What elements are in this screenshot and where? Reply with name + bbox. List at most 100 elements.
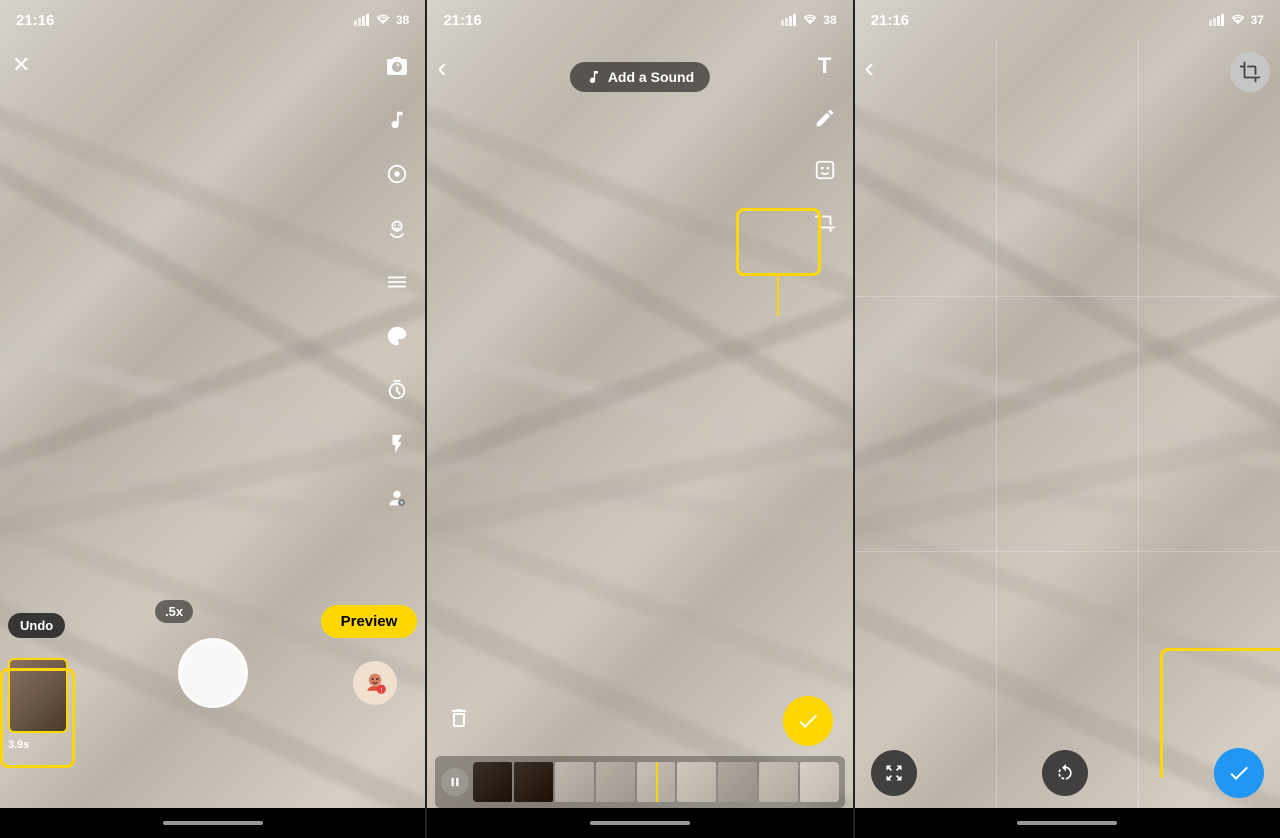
crop-button-panel2[interactable]: [807, 204, 843, 240]
rotate-button[interactable]: [1042, 750, 1088, 796]
status-icons-1: 38: [354, 13, 409, 27]
camera-flip-button[interactable]: [379, 48, 415, 84]
bitmoji-button[interactable]: !: [353, 661, 397, 705]
frame-7: [718, 762, 757, 802]
signal-icon-2: [781, 14, 797, 26]
draw-button[interactable]: [807, 100, 843, 136]
battery-2: 38: [823, 13, 836, 27]
panel2-bottom-controls: [427, 696, 852, 808]
bitmoji-camera-button[interactable]: [379, 480, 415, 516]
scissors-button[interactable]: [379, 264, 415, 300]
crop-icon-top-right[interactable]: [1230, 52, 1270, 92]
home-indicator-1: [163, 821, 263, 825]
add-sound-label: Add a Sound: [608, 69, 694, 85]
music-button[interactable]: [379, 102, 415, 138]
timeline-frames: [473, 762, 838, 802]
timeline-cursor[interactable]: [656, 762, 658, 802]
thumbnail-bg: [10, 660, 66, 731]
frame-2: [514, 762, 553, 802]
preview-button[interactable]: Preview: [321, 605, 418, 638]
back-button-2[interactable]: ‹: [437, 52, 446, 84]
delete-button[interactable]: [447, 706, 471, 736]
crop-background: [855, 0, 1280, 838]
gallery-button[interactable]: [379, 156, 415, 192]
text-button[interactable]: T: [807, 48, 843, 84]
expand-icon: [884, 763, 904, 783]
timer-icon: [386, 379, 408, 401]
timer-button[interactable]: [379, 372, 415, 408]
pause-icon: [448, 775, 462, 789]
home-bar-2: [427, 808, 852, 838]
edit-right-toolbar: T: [807, 48, 843, 240]
confirm-button-2[interactable]: [783, 696, 833, 746]
frame-6: [677, 762, 716, 802]
pause-button[interactable]: [441, 768, 469, 796]
panel-2-edit: 21:16 38 ‹ Add a Sound T: [427, 0, 852, 838]
home-indicator-2: [590, 821, 690, 825]
status-bar-2: 21:16 38: [427, 0, 852, 40]
lightning-icon: [386, 433, 408, 455]
status-time-2: 21:16: [443, 12, 481, 29]
frame-9: [800, 762, 839, 802]
capture-button[interactable]: [178, 638, 248, 708]
panel2-action-row: [427, 696, 852, 746]
undo-button[interactable]: Undo: [8, 613, 65, 638]
frame-8: [759, 762, 798, 802]
sticker-button[interactable]: [807, 152, 843, 188]
add-sound-button[interactable]: Add a Sound: [570, 62, 710, 92]
status-bar-1: 21:16 38: [0, 0, 425, 40]
lightning-button[interactable]: [379, 426, 415, 462]
face-lens-button[interactable]: [379, 210, 415, 246]
status-icons-3: 37: [1209, 13, 1264, 27]
panel-3-crop: 21:16 37 ‹: [855, 0, 1280, 838]
svg-text:!: !: [381, 687, 383, 694]
annotation-line-2: [777, 276, 779, 316]
zoom-badge[interactable]: .5x: [155, 600, 193, 623]
draw-icon: [814, 107, 836, 129]
duration-label: 3.9s: [8, 739, 29, 751]
checkmark-icon-3: [1227, 761, 1251, 785]
battery-1: 38: [396, 13, 409, 27]
wifi-icon-1: [375, 14, 391, 26]
status-time-1: 21:16: [16, 12, 54, 29]
checkmark-icon-2: [796, 709, 820, 733]
video-thumbnail[interactable]: 3.9s: [8, 658, 68, 733]
crop-icon-panel2: [814, 211, 836, 233]
gallery-icon: [386, 163, 408, 185]
status-time-3: 21:16: [871, 12, 909, 29]
signal-icon-3: [1209, 14, 1225, 26]
bitmoji-camera-icon: [386, 487, 408, 509]
camera-flip-icon: [385, 54, 409, 78]
status-icons-2: 38: [781, 13, 836, 27]
home-bar-3: [855, 808, 1280, 838]
home-bar-1: [0, 808, 425, 838]
trash-icon: [447, 706, 471, 730]
camera-right-toolbar: [379, 48, 415, 516]
thumbnail-inner: [8, 658, 68, 733]
battery-3: 37: [1251, 13, 1264, 27]
back-button-3[interactable]: ‹: [865, 52, 874, 84]
crop-bottom-actions: [855, 748, 1280, 798]
rotate-icon: [1055, 763, 1075, 783]
panel-1-camera: 21:16 38 ✕: [0, 0, 425, 838]
crop-top-icon: [1239, 61, 1261, 83]
scissors-icon: [386, 271, 408, 293]
expand-button[interactable]: [871, 750, 917, 796]
text-icon: T: [818, 53, 831, 79]
frame-1: [473, 762, 512, 802]
palette-button[interactable]: [379, 318, 415, 354]
wifi-icon-2: [802, 14, 818, 26]
face-lens-icon: [386, 217, 408, 239]
confirm-button-3[interactable]: [1214, 748, 1264, 798]
home-indicator-3: [1017, 821, 1117, 825]
frame-4: [596, 762, 635, 802]
close-button[interactable]: ✕: [12, 52, 30, 78]
frame-3: [555, 762, 594, 802]
bitmoji-icon: !: [361, 669, 389, 697]
sticker-icon: [814, 159, 836, 181]
wifi-icon-3: [1230, 14, 1246, 26]
timeline-strip[interactable]: [435, 756, 844, 808]
music-icon: [386, 109, 408, 131]
palette-icon: [386, 325, 408, 347]
signal-icon-1: [354, 14, 370, 26]
